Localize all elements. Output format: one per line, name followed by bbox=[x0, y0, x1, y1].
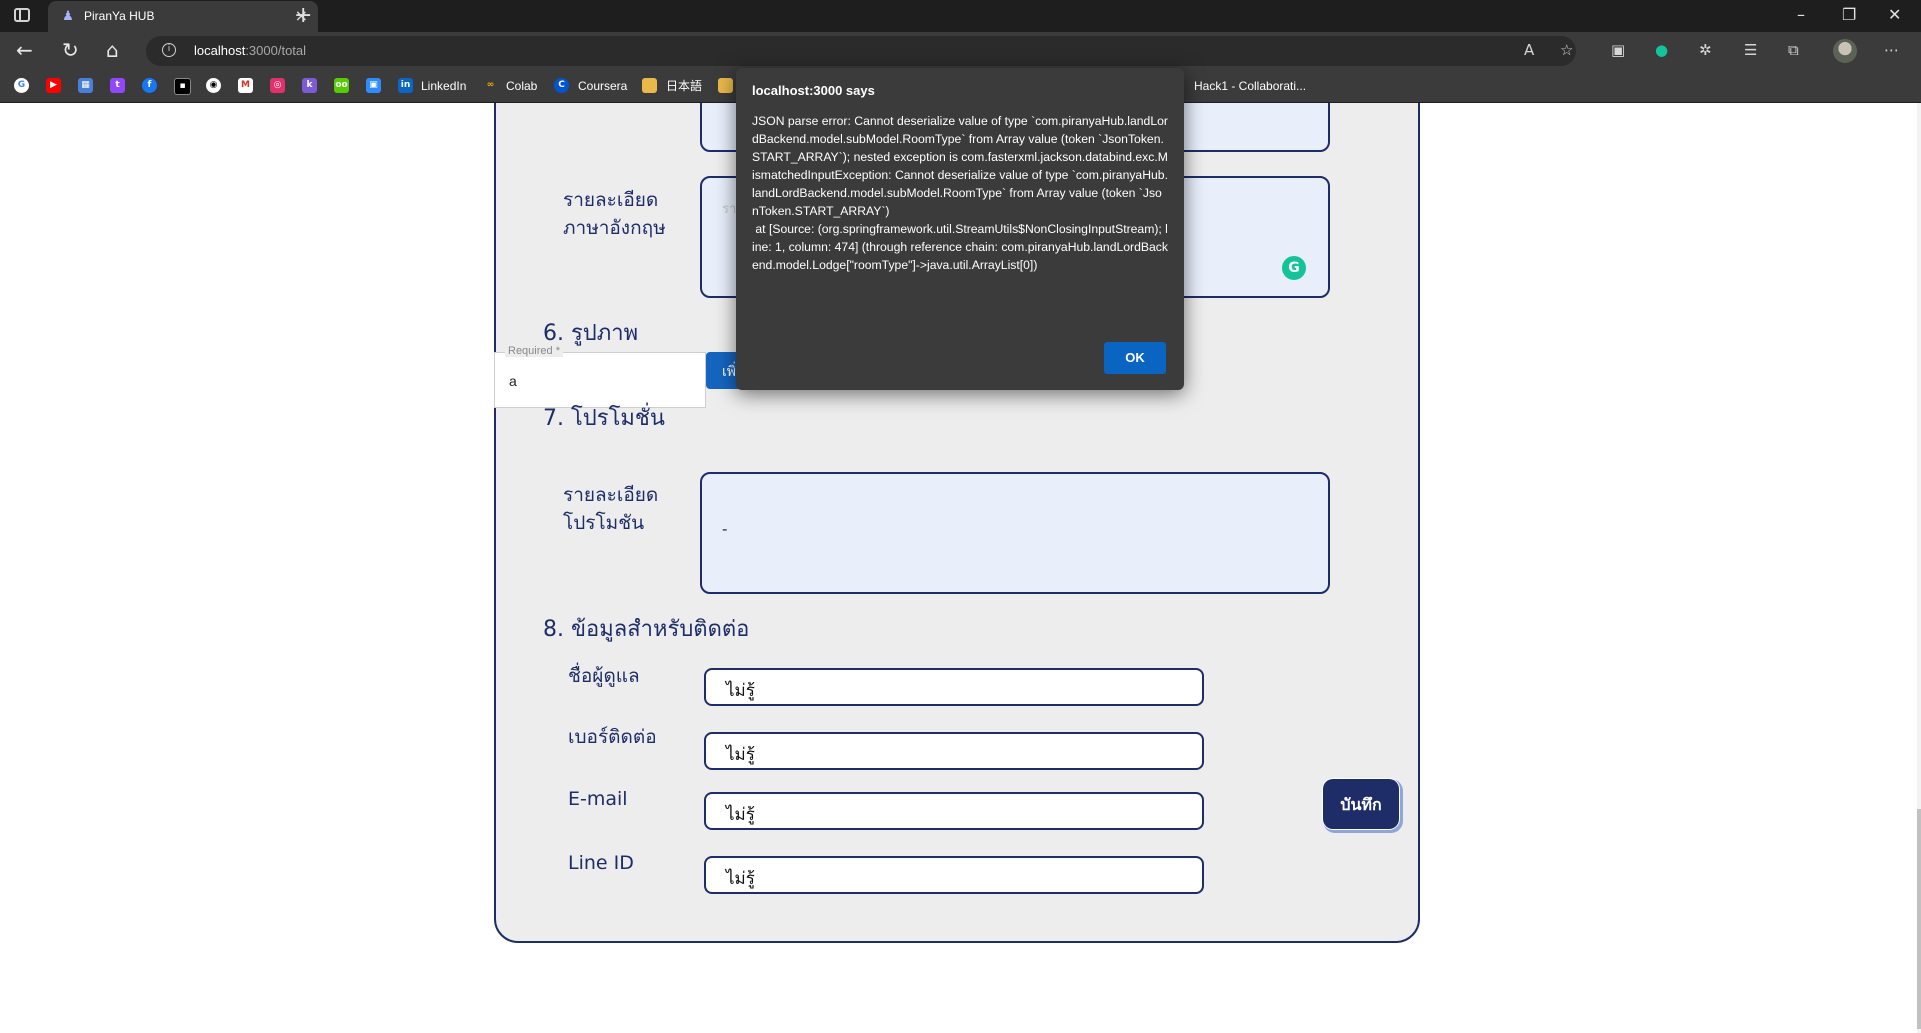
grammarly-icon[interactable]: G bbox=[1282, 256, 1306, 280]
new-tab-icon[interactable]: + bbox=[294, 3, 312, 28]
contact-phone-label: เบอร์ติดต่อ bbox=[568, 726, 657, 748]
required-legend: Required * bbox=[505, 345, 563, 357]
browser-tab[interactable]: ♟ PiranYa HUB × bbox=[48, 1, 318, 32]
bookmark-hack1[interactable]: Hack1 - Collaborati... bbox=[1194, 78, 1306, 94]
github-bookmark-icon[interactable]: ◉ bbox=[206, 78, 221, 93]
youtube-bookmark-icon[interactable]: ▶ bbox=[46, 78, 61, 93]
promotion-detail-label: รายละเอียด โปรโมชัน bbox=[563, 484, 659, 534]
dialog-message: JSON parse error: Cannot deserialize val… bbox=[752, 114, 1168, 272]
calendar-bookmark-icon[interactable]: ▦ bbox=[78, 78, 93, 93]
tab-bar: ♟ PiranYa HUB × + – ❐ ✕ bbox=[0, 0, 1921, 32]
folder-icon[interactable] bbox=[718, 78, 733, 93]
site-info-icon[interactable]: i bbox=[162, 43, 176, 57]
back-icon[interactable]: ← bbox=[16, 38, 33, 62]
line-id-label: Line ID bbox=[568, 852, 634, 874]
dialog-ok-button[interactable]: OK bbox=[1104, 342, 1166, 374]
bookmark-linkedin[interactable]: LinkedIn bbox=[421, 78, 466, 94]
site-favicon-icon: ♟ bbox=[62, 9, 74, 24]
address-toolbar: ← ↻ ⌂ i localhost:3000/total A ☆ ▣ ● ✲ ☰… bbox=[0, 32, 1921, 70]
favorites-icon[interactable]: ☰ bbox=[1744, 41, 1757, 59]
alert-dialog: localhost:3000 says JSON parse error: Ca… bbox=[736, 68, 1184, 390]
url-text: localhost:3000/total bbox=[194, 43, 307, 58]
caretaker-name-label: ชื่อผู้ดูแล bbox=[568, 665, 640, 687]
collections-icon[interactable]: ⧉ bbox=[1788, 41, 1799, 59]
gmail-bookmark-icon[interactable]: M bbox=[238, 78, 253, 93]
favorite-star-icon[interactable]: ☆ bbox=[1560, 41, 1573, 59]
grammarly-icon[interactable]: ● bbox=[1655, 41, 1668, 59]
minimize-icon[interactable]: – bbox=[1797, 5, 1805, 24]
more-menu-icon[interactable]: ⋯ bbox=[1884, 41, 1899, 59]
folder-icon bbox=[642, 78, 657, 93]
tab-title: PiranYa HUB bbox=[84, 9, 155, 23]
promotion-detail-textarea[interactable]: - bbox=[700, 472, 1330, 594]
duolingo-bookmark-icon[interactable]: oo bbox=[334, 78, 349, 93]
window-close-icon[interactable]: ✕ bbox=[1888, 5, 1901, 24]
google-bookmark-icon[interactable]: G bbox=[14, 78, 29, 93]
bookmark-blue-icon[interactable]: ▣ bbox=[366, 78, 381, 93]
restore-icon[interactable]: ❐ bbox=[1842, 5, 1856, 24]
extension-icon[interactable]: ▣ bbox=[1611, 41, 1625, 59]
promotion-detail-value: - bbox=[722, 520, 728, 538]
instagram-bookmark-icon[interactable]: ◎ bbox=[270, 78, 285, 93]
profile-avatar[interactable] bbox=[1833, 39, 1857, 63]
english-detail-placeholder: รา bbox=[722, 202, 737, 217]
address-bar[interactable]: i localhost:3000/total bbox=[146, 36, 1576, 66]
contact-phone-input[interactable]: ไม่รู้ bbox=[704, 732, 1204, 770]
bookmark-colab[interactable]: Colab bbox=[506, 78, 537, 94]
read-aloud-icon[interactable]: A bbox=[1524, 41, 1534, 59]
email-value: ไม่รู้ bbox=[726, 805, 755, 825]
line-id-input[interactable]: ไม่รู้ bbox=[704, 856, 1204, 894]
dialog-title: localhost:3000 says bbox=[752, 83, 875, 98]
scrollbar-thumb[interactable] bbox=[1917, 809, 1921, 1029]
linkedin-icon: in bbox=[398, 78, 413, 93]
facebook-bookmark-icon[interactable]: f bbox=[142, 78, 157, 93]
section-promotion-title: 7. โปรโมชั่น bbox=[543, 406, 665, 431]
bookmark-folder-japanese[interactable]: 日本語 bbox=[666, 78, 702, 94]
save-button[interactable]: บันทึก bbox=[1323, 779, 1399, 829]
coursera-icon: C bbox=[554, 78, 569, 93]
caretaker-name-input[interactable]: ไม่รู้ bbox=[704, 668, 1204, 706]
english-detail-label: รายละเอียด ภาษาอังกฤษ bbox=[563, 189, 666, 239]
bookmark-dark-icon[interactable]: ▪ bbox=[174, 78, 191, 95]
section-contact-title: 8. ข้อมูลสำหรับติดต่อ bbox=[543, 617, 750, 642]
image-required-value: a bbox=[509, 373, 517, 389]
twitch-bookmark-icon[interactable]: t bbox=[110, 78, 125, 93]
extensions-icon[interactable]: ✲ bbox=[1699, 41, 1712, 59]
bookmark-coursera[interactable]: Coursera bbox=[578, 78, 627, 94]
contact-phone-value: ไม่รู้ bbox=[726, 745, 755, 765]
email-input[interactable]: ไม่รู้ bbox=[704, 792, 1204, 830]
tab-actions-icon[interactable] bbox=[14, 8, 30, 22]
email-label: E-mail bbox=[568, 788, 628, 810]
line-id-value: ไม่รู้ bbox=[726, 869, 755, 889]
reload-icon[interactable]: ↻ bbox=[62, 38, 79, 62]
colab-icon: ∞ bbox=[486, 80, 495, 90]
home-icon[interactable]: ⌂ bbox=[106, 38, 119, 62]
bookmark-purple-icon[interactable]: k bbox=[302, 78, 317, 93]
caretaker-name-value: ไม่รู้ bbox=[726, 681, 755, 701]
